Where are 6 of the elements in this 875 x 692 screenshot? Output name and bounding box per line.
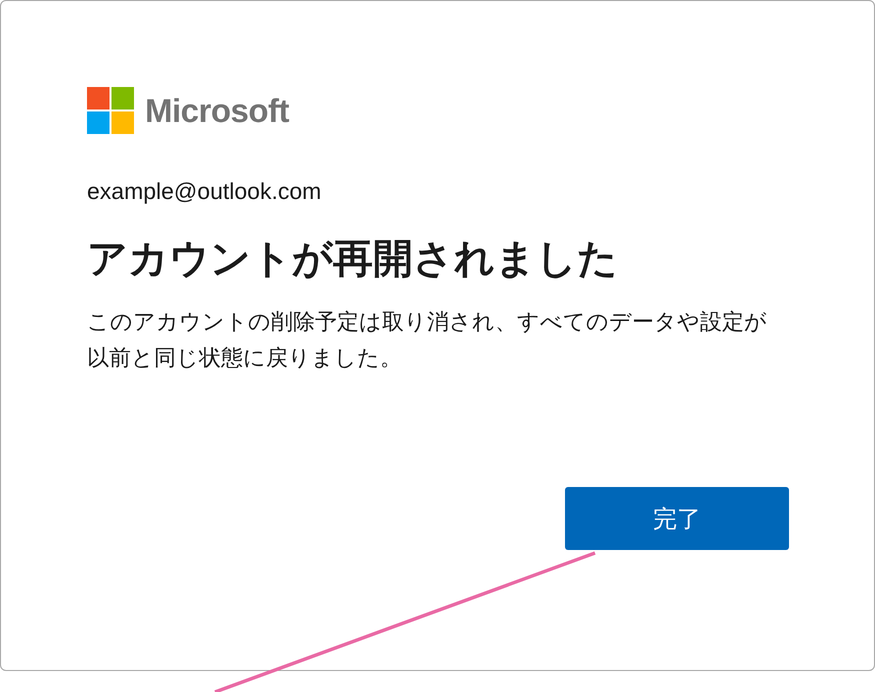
done-button[interactable]: 完了	[565, 487, 789, 550]
dialog-description: このアカウントの削除予定は取り消され、すべてのデータや設定が以前と同じ状態に戻りました。	[87, 309, 768, 373]
four-squares-icon	[87, 87, 134, 134]
dialog-title: アカウントが再開されました	[87, 235, 619, 284]
logo-text: Microsoft	[145, 92, 289, 130]
account-email: example@outlook.com	[87, 178, 322, 205]
